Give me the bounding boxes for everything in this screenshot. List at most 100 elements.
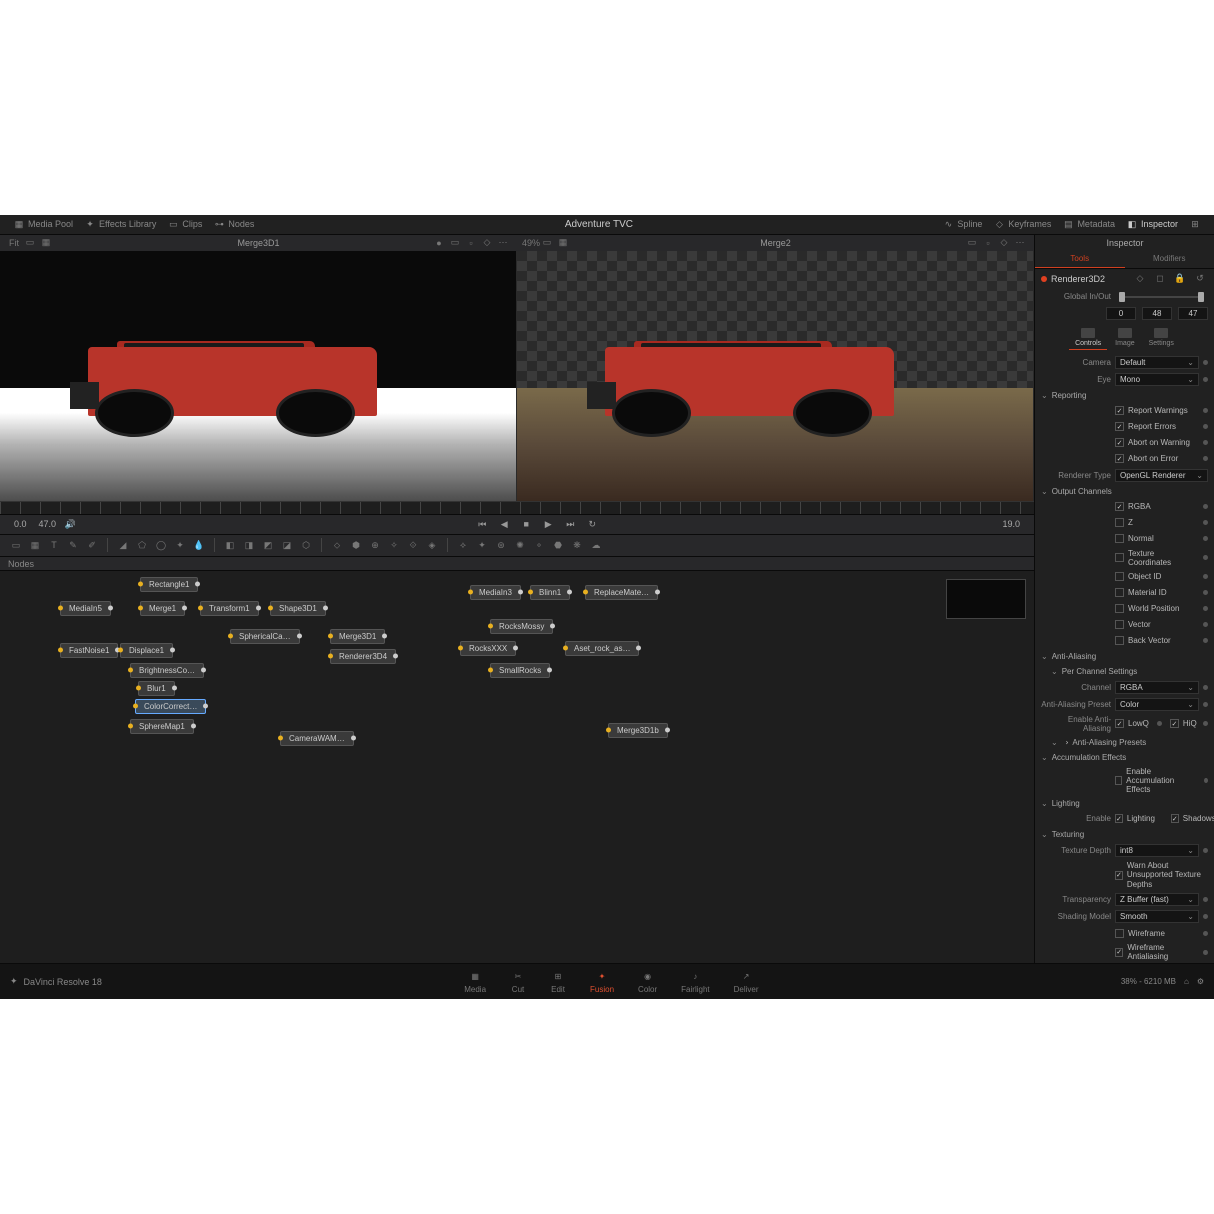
- node-mediain3[interactable]: MediaIn3: [470, 585, 521, 600]
- outchan-check-8[interactable]: [1115, 636, 1124, 645]
- node-spheremap1[interactable]: SphereMap1: [130, 719, 194, 734]
- kf-dot[interactable]: [1203, 360, 1208, 365]
- reporting-check-3[interactable]: [1115, 454, 1124, 463]
- goto-start-button[interactable]: ⏮: [475, 517, 489, 531]
- tool-p4[interactable]: ✺: [512, 537, 528, 553]
- tex-warn-check[interactable]: [1115, 871, 1123, 880]
- node-merge3d1[interactable]: Merge3D1: [330, 629, 385, 644]
- global-in-mid[interactable]: 48: [1142, 307, 1172, 320]
- node-blinn1[interactable]: Blinn1: [530, 585, 570, 600]
- aa-lowq-check[interactable]: [1115, 719, 1124, 728]
- section-reporting[interactable]: Reporting: [1035, 388, 1214, 403]
- view-b-icon[interactable]: ▫: [465, 237, 477, 249]
- tool-loader[interactable]: ▦: [27, 537, 43, 553]
- loop-button[interactable]: ↻: [585, 517, 599, 531]
- aa-channel-select[interactable]: RGBA: [1115, 681, 1199, 694]
- view-mode-icon[interactable]: ▭: [24, 237, 36, 249]
- kf-dot[interactable]: [1203, 606, 1208, 611]
- tool-mask3[interactable]: ◯: [153, 537, 169, 553]
- node-smallrocks[interactable]: SmallRocks: [490, 663, 550, 678]
- page-edit[interactable]: ⊞Edit: [550, 969, 566, 994]
- node-transform1[interactable]: Transform1: [200, 601, 259, 616]
- aa-hiq-check[interactable]: [1170, 719, 1179, 728]
- kf-dot[interactable]: [1203, 721, 1208, 726]
- play-button[interactable]: ▶: [541, 517, 555, 531]
- section-antialiasing[interactable]: Anti-Aliasing: [1035, 649, 1214, 664]
- node-merge1[interactable]: Merge1: [140, 601, 185, 616]
- kf-dot[interactable]: [1203, 622, 1208, 627]
- range-start[interactable]: 0.0: [8, 519, 33, 529]
- global-in-from[interactable]: 0: [1106, 307, 1136, 320]
- tab-nodes[interactable]: ⊶Nodes: [208, 215, 260, 234]
- view-mode-icon[interactable]: ▭: [541, 237, 553, 249]
- page-fusion[interactable]: ✦Fusion: [590, 969, 614, 994]
- reporting-check-0[interactable]: [1115, 406, 1124, 415]
- node-fastnoise1[interactable]: FastNoise1: [60, 643, 118, 658]
- tool-mask2[interactable]: ⬠: [134, 537, 150, 553]
- shading-select[interactable]: Smooth: [1115, 910, 1199, 923]
- view-grid-icon[interactable]: ▦: [40, 237, 52, 249]
- page-media[interactable]: ▦Media: [464, 969, 486, 994]
- kf-dot[interactable]: [1203, 702, 1208, 707]
- audio-icon[interactable]: 🔊: [64, 518, 76, 530]
- tool-p3[interactable]: ⊛: [493, 537, 509, 553]
- reporting-check-2[interactable]: [1115, 438, 1124, 447]
- subtab-controls[interactable]: Controls: [1069, 326, 1107, 350]
- node-shape3d1[interactable]: Shape3D1: [270, 601, 326, 616]
- zoom-dropdown[interactable]: 49%: [525, 237, 537, 249]
- page-color[interactable]: ◉Color: [638, 969, 657, 994]
- viewer-left[interactable]: [0, 251, 517, 501]
- lock-icon[interactable]: 🔒: [1174, 273, 1186, 285]
- reset-icon[interactable]: ↺: [1194, 273, 1206, 285]
- wireframe-check[interactable]: [1115, 929, 1124, 938]
- kf-dot[interactable]: [1203, 950, 1208, 955]
- range-in[interactable]: 47.0: [33, 519, 63, 529]
- tool-3d1[interactable]: ⬦: [329, 537, 345, 553]
- shadows-check[interactable]: [1171, 814, 1179, 823]
- wireframe-aa-check[interactable]: [1115, 948, 1123, 957]
- node-sphericalca…[interactable]: SphericalCa…: [230, 629, 300, 644]
- tool-3d6[interactable]: ◈: [424, 537, 440, 553]
- home-icon[interactable]: ⌂: [1184, 977, 1189, 986]
- goto-end-button[interactable]: ⏭: [563, 517, 577, 531]
- node-rocksxxx[interactable]: RocksXXX: [460, 641, 516, 656]
- tool-cc5[interactable]: ⬡: [298, 537, 314, 553]
- outchan-check-4[interactable]: [1115, 572, 1124, 581]
- view-a-icon[interactable]: ▭: [966, 237, 978, 249]
- outchan-check-1[interactable]: [1115, 518, 1124, 527]
- pin-icon[interactable]: ◻: [1154, 273, 1166, 285]
- kf-dot[interactable]: [1203, 574, 1208, 579]
- node-renderer3d4[interactable]: Renderer3D4: [330, 649, 396, 664]
- renderer-type-select[interactable]: OpenGL Renderer: [1115, 469, 1208, 482]
- tab-spline[interactable]: ∿Spline: [937, 215, 988, 234]
- tab-media-pool[interactable]: ▦Media Pool: [8, 215, 79, 234]
- tool-3d5[interactable]: ⟐: [405, 537, 421, 553]
- outchan-check-7[interactable]: [1115, 620, 1124, 629]
- transparency-select[interactable]: Z Buffer (fast): [1115, 893, 1199, 906]
- node-rocksmossy[interactable]: RocksMossy: [490, 619, 553, 634]
- section-lighting[interactable]: Lighting: [1035, 796, 1214, 811]
- tool-bg[interactable]: ▭: [8, 537, 24, 553]
- tool-cc1[interactable]: ◧: [222, 537, 238, 553]
- tool-3d3[interactable]: ⊕: [367, 537, 383, 553]
- subtab-settings[interactable]: Settings: [1143, 326, 1180, 350]
- view-b-icon[interactable]: ▫: [982, 237, 994, 249]
- node-colorcorrect…[interactable]: ColorCorrect…: [135, 699, 206, 714]
- kf-dot[interactable]: [1203, 914, 1208, 919]
- kf-dot[interactable]: [1203, 638, 1208, 643]
- node-rectangle1[interactable]: Rectangle1: [140, 577, 198, 592]
- view-c-icon[interactable]: ◇: [998, 237, 1010, 249]
- viewer-right[interactable]: [517, 251, 1034, 501]
- outchan-check-2[interactable]: [1115, 534, 1124, 543]
- fit-dropdown[interactable]: Fit: [8, 237, 20, 249]
- kf-dot[interactable]: [1203, 377, 1208, 382]
- node-replacemate…[interactable]: ReplaceMate…: [585, 585, 658, 600]
- kf-dot[interactable]: [1203, 424, 1208, 429]
- camera-select[interactable]: Default: [1115, 356, 1199, 369]
- eye-select[interactable]: Mono: [1115, 373, 1199, 386]
- section-per-channel[interactable]: Per Channel Settings: [1035, 664, 1214, 679]
- node-blur1[interactable]: Blur1: [138, 681, 175, 696]
- tool-cc2[interactable]: ◨: [241, 537, 257, 553]
- tab-metadata[interactable]: ▤Metadata: [1057, 215, 1121, 234]
- page-deliver[interactable]: ↗Deliver: [734, 969, 759, 994]
